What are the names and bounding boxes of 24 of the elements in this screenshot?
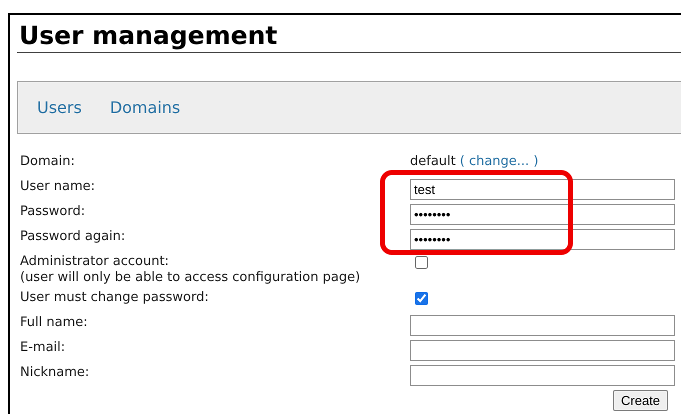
domain-value: default [410,154,456,169]
field-label: Nickname: [20,365,90,381]
field-label: Full name: [20,315,89,331]
field-note: (user will only be able to access configuration page) [20,270,362,286]
field-label: Domain: [20,154,76,170]
input-field[interactable]: test [410,179,675,200]
field-label: Password: [20,204,86,220]
input-field[interactable] [410,315,675,336]
input-field[interactable] [410,365,675,386]
nav-link[interactable]: Users [37,98,82,117]
checkbox[interactable] [415,256,428,269]
input-field[interactable] [410,340,675,361]
field-label: E-mail: [20,340,66,356]
field-label: User must change password: [20,290,210,306]
create-button[interactable]: Create [613,390,668,411]
field-label: Password again: [20,229,126,245]
checkbox[interactable] [415,292,428,305]
input-field[interactable]: •••••••• [410,229,675,250]
input-field[interactable]: •••••••• [410,204,675,225]
field-label: Administrator account: [20,254,170,270]
nav-link[interactable]: Domains [110,98,180,117]
field-label: User name: [20,179,96,195]
page-title: User management [17,19,681,53]
change-link[interactable]: ( change... ) [460,154,538,169]
